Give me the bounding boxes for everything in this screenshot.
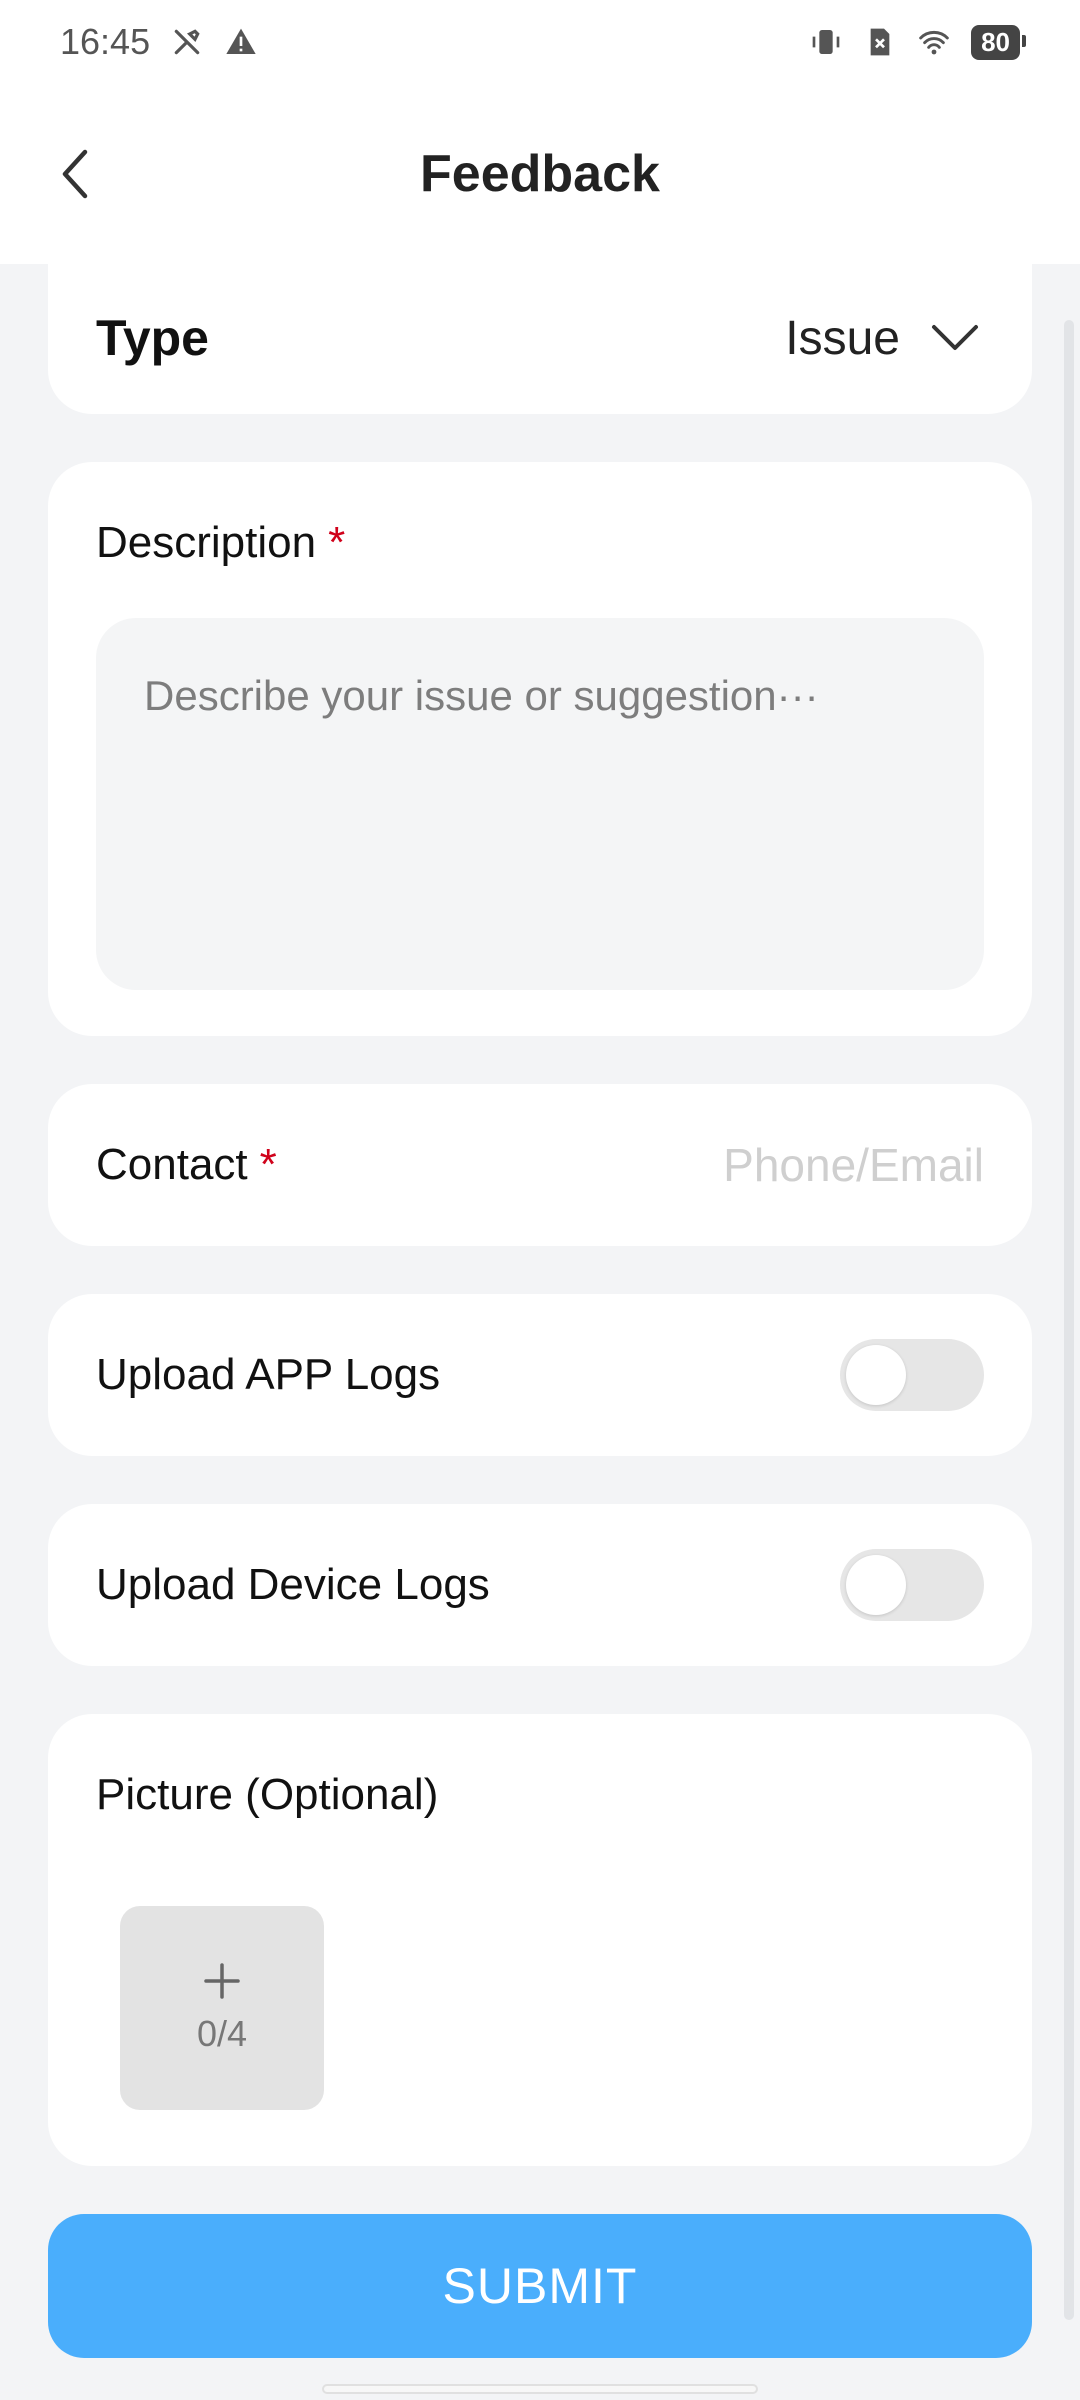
type-value: Issue [785,311,900,365]
toggle-knob [846,1345,906,1405]
contact-label: Contact [96,1140,248,1189]
type-card: Type Issue [48,262,1032,414]
picture-count: 0/4 [196,2013,248,2054]
add-picture-button[interactable]: 0/4 [120,1906,324,2110]
description-label: Description [96,518,317,567]
upload-device-logs-toggle[interactable] [840,1549,984,1621]
battery-level: 80 [971,24,1026,60]
required-mark: * [328,518,346,567]
status-bar-left: 16:45 [60,21,258,63]
description-field-box [96,618,984,990]
contact-card: Contact * [48,1084,1032,1246]
upload-app-logs-toggle[interactable] [840,1339,984,1411]
no-sim-icon [863,25,897,59]
chevron-down-icon [932,325,978,350]
toggle-knob [846,1555,906,1615]
upload-app-logs-card: Upload APP Logs [48,1294,1032,1456]
status-time: 16:45 [60,21,151,62]
chevron-left-icon [62,149,88,199]
tools-icon [170,25,204,59]
required-mark: * [259,1140,277,1189]
submit-button[interactable]: SUBMIT [48,2214,1032,2358]
type-label: Type [96,310,209,366]
back-button[interactable] [40,134,110,214]
upload-app-logs-label: Upload APP Logs [96,1350,441,1399]
picture-label: Picture (Optional) [96,1770,439,1819]
upload-device-logs-card: Upload Device Logs [48,1504,1032,1666]
type-dropdown[interactable]: Issue [785,311,980,366]
contact-input[interactable] [564,1138,984,1192]
contact-heading: Contact * [96,1140,277,1190]
home-indicator[interactable] [322,2384,758,2394]
vibrate-icon [809,25,843,59]
description-input[interactable] [144,672,936,936]
page-title: Feedback [420,145,660,203]
status-bar-right: 80 [809,24,1026,60]
app-header: Feedback [0,84,1080,264]
wifi-icon [917,25,951,59]
description-heading: Description * [96,518,984,568]
upload-device-logs-label: Upload Device Logs [96,1560,490,1609]
status-bar: 16:45 80 [0,0,1080,84]
plus-icon [204,1963,240,1999]
description-card: Description * [48,462,1032,1036]
warning-icon [224,25,258,59]
picture-card: Picture (Optional) 0/4 [48,1714,1032,2166]
scrollbar[interactable] [1064,320,1074,2320]
